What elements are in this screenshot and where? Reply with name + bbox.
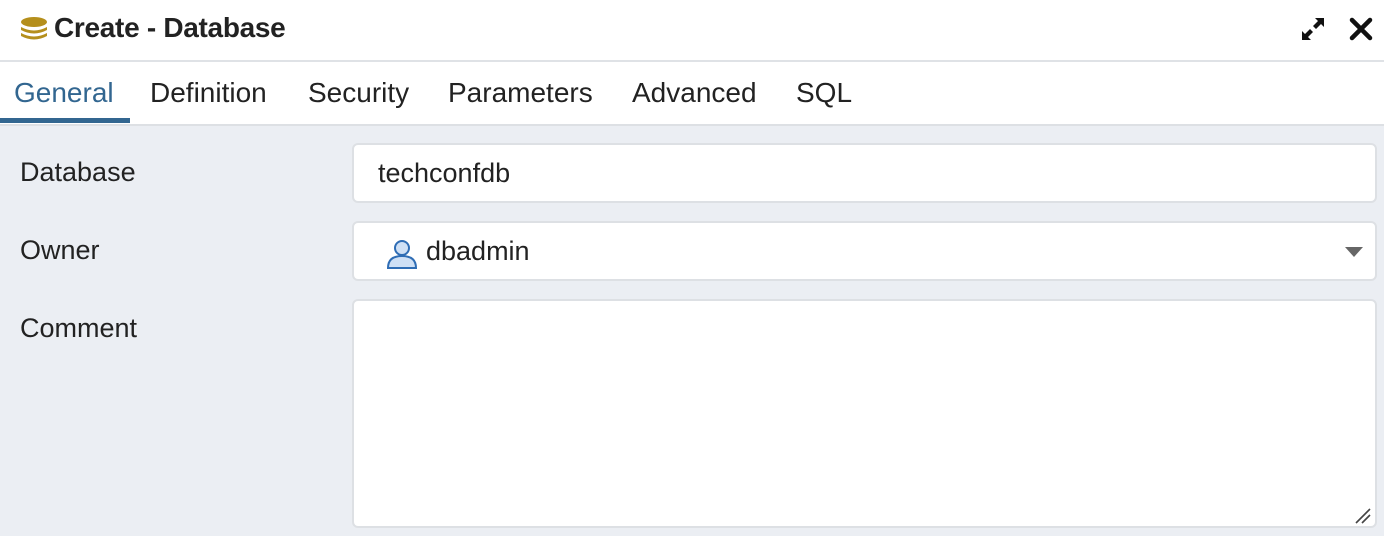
tab-definition[interactable]: Definition: [150, 62, 267, 124]
database-name-value[interactable]: techconfdb: [378, 158, 510, 189]
owner-select[interactable]: dbadmin: [352, 221, 1377, 281]
owner-label: Owner: [20, 235, 100, 265]
tab-bar: General Definition Security Parameters A…: [0, 62, 1384, 126]
active-tab-indicator: [0, 118, 130, 123]
resize-grip-icon[interactable]: [1353, 506, 1371, 524]
user-icon: [386, 240, 418, 269]
dialog-titlebar: Create - Database: [0, 0, 1384, 62]
database-label: Database: [20, 157, 136, 187]
close-icon[interactable]: [1346, 14, 1376, 44]
comment-textarea[interactable]: [352, 299, 1377, 528]
expand-icon[interactable]: [1298, 14, 1328, 44]
tab-sql[interactable]: SQL: [796, 62, 852, 124]
database-icon: [21, 17, 47, 40]
tab-security[interactable]: Security: [308, 62, 409, 124]
database-name-field[interactable]: techconfdb: [352, 143, 1377, 203]
tab-general[interactable]: General: [14, 62, 114, 124]
owner-value: dbadmin: [426, 236, 530, 266]
tab-advanced[interactable]: Advanced: [632, 62, 757, 124]
chevron-down-icon[interactable]: [1345, 247, 1363, 257]
dialog-title: Create - Database: [54, 12, 286, 43]
general-panel: Database techconfdb Owner dbadmin Commen…: [0, 126, 1384, 536]
comment-label: Comment: [20, 313, 138, 343]
tab-parameters[interactable]: Parameters: [448, 62, 593, 124]
